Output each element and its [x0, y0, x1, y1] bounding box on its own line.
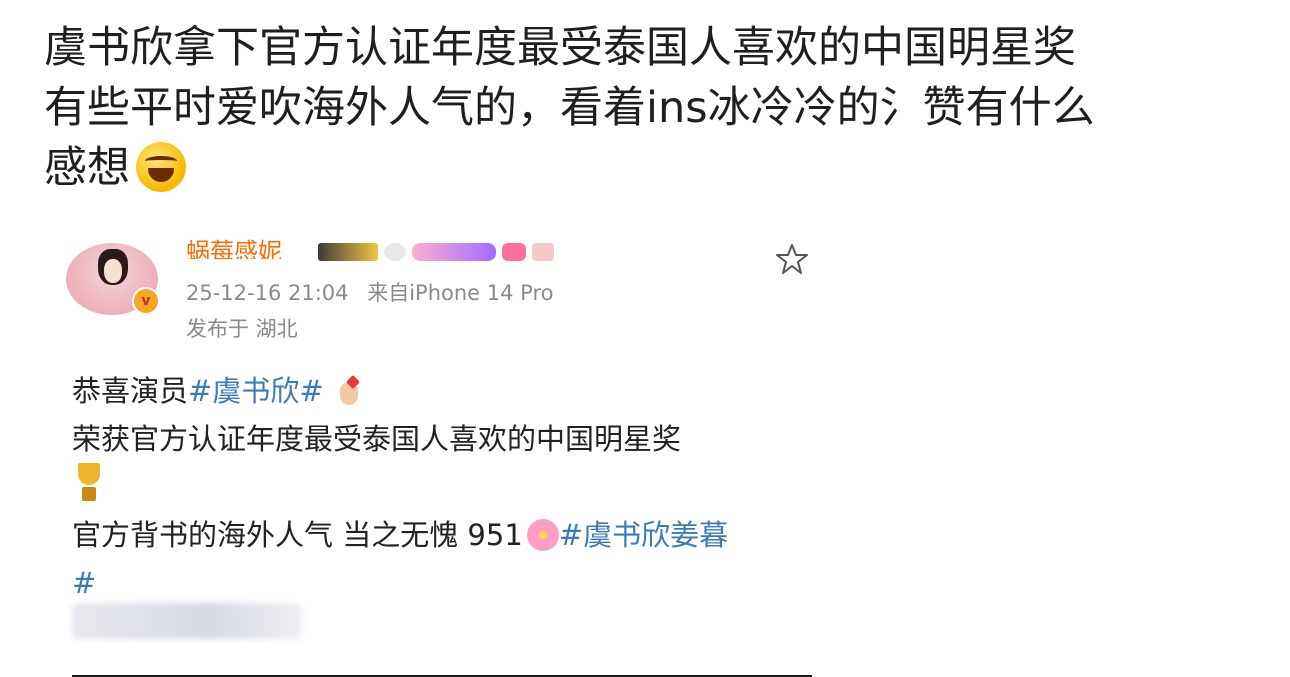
laughing-emoji-icon — [136, 142, 186, 192]
hashtag-yu-shuxin[interactable]: #虞书欣# — [188, 374, 324, 408]
body-official: 官方背书的海外人气 当之无愧 951 — [72, 518, 523, 552]
post-line-1: 虞书欣拿下官方认证年度最受泰国人喜欢的中国明星奖 — [44, 23, 1076, 73]
post-meta: 25-12-16 21:04 来自iPhone 14 Pro — [186, 279, 553, 307]
blurred-content — [72, 603, 302, 639]
user-badges — [318, 243, 554, 261]
verified-badge-icon: v — [132, 287, 160, 315]
post-line-2: 有些平时爱吹海外人气的，看着ins冰冷冷的氵赞有什么 — [44, 83, 1095, 133]
trophy-icon — [72, 463, 106, 503]
body-row-4: 官方背书的海外人气 当之无愧 951 #虞书欣姜暮 — [72, 511, 832, 559]
finger-heart-icon — [334, 377, 362, 407]
body-row-2: 荣获官方认证年度最受泰国人喜欢的中国明星奖 — [72, 422, 682, 456]
cow-badge-icon — [532, 243, 554, 261]
creator-badge-icon — [412, 243, 496, 261]
timestamp: 25-12-16 21:04 — [186, 281, 349, 305]
body-row-3 — [72, 463, 832, 511]
hashtag-end[interactable]: # — [72, 559, 832, 607]
source-device: 来自iPhone 14 Pro — [367, 281, 554, 305]
post-line-3: 感想 — [44, 138, 1244, 198]
post-text: 虞书欣拿下官方认证年度最受泰国人喜欢的中国明星奖 有些平时爱吹海外人气的，看着i… — [44, 18, 1244, 198]
username[interactable]: 蜗莓感妮 — [186, 237, 282, 259]
body-row-1: 恭喜演员#虞书欣# — [72, 367, 832, 415]
body-congrats: 恭喜演员 — [72, 374, 189, 408]
panda-badge-icon — [384, 243, 406, 261]
post-location: 发布于 湖北 — [186, 317, 298, 341]
embedded-post-body: 恭喜演员#虞书欣# 荣获官方认证年度最受泰国人喜欢的中国明星奖 官方背书的海外人… — [72, 367, 832, 607]
favorite-star-icon[interactable] — [774, 241, 810, 277]
hashtag-yu-shuxin-jiangmu[interactable]: #虞书欣姜暮 — [559, 518, 728, 552]
cherry-blossom-icon — [526, 519, 559, 551]
level-badge-icon — [318, 243, 378, 261]
heart-badge-icon — [502, 243, 526, 261]
embedded-weibo-screenshot: v 蜗莓感妮 25-12-16 21:04 来自iPhone 14 Pro 发布… — [60, 235, 840, 677]
post-line-3-text: 感想 — [44, 143, 130, 193]
